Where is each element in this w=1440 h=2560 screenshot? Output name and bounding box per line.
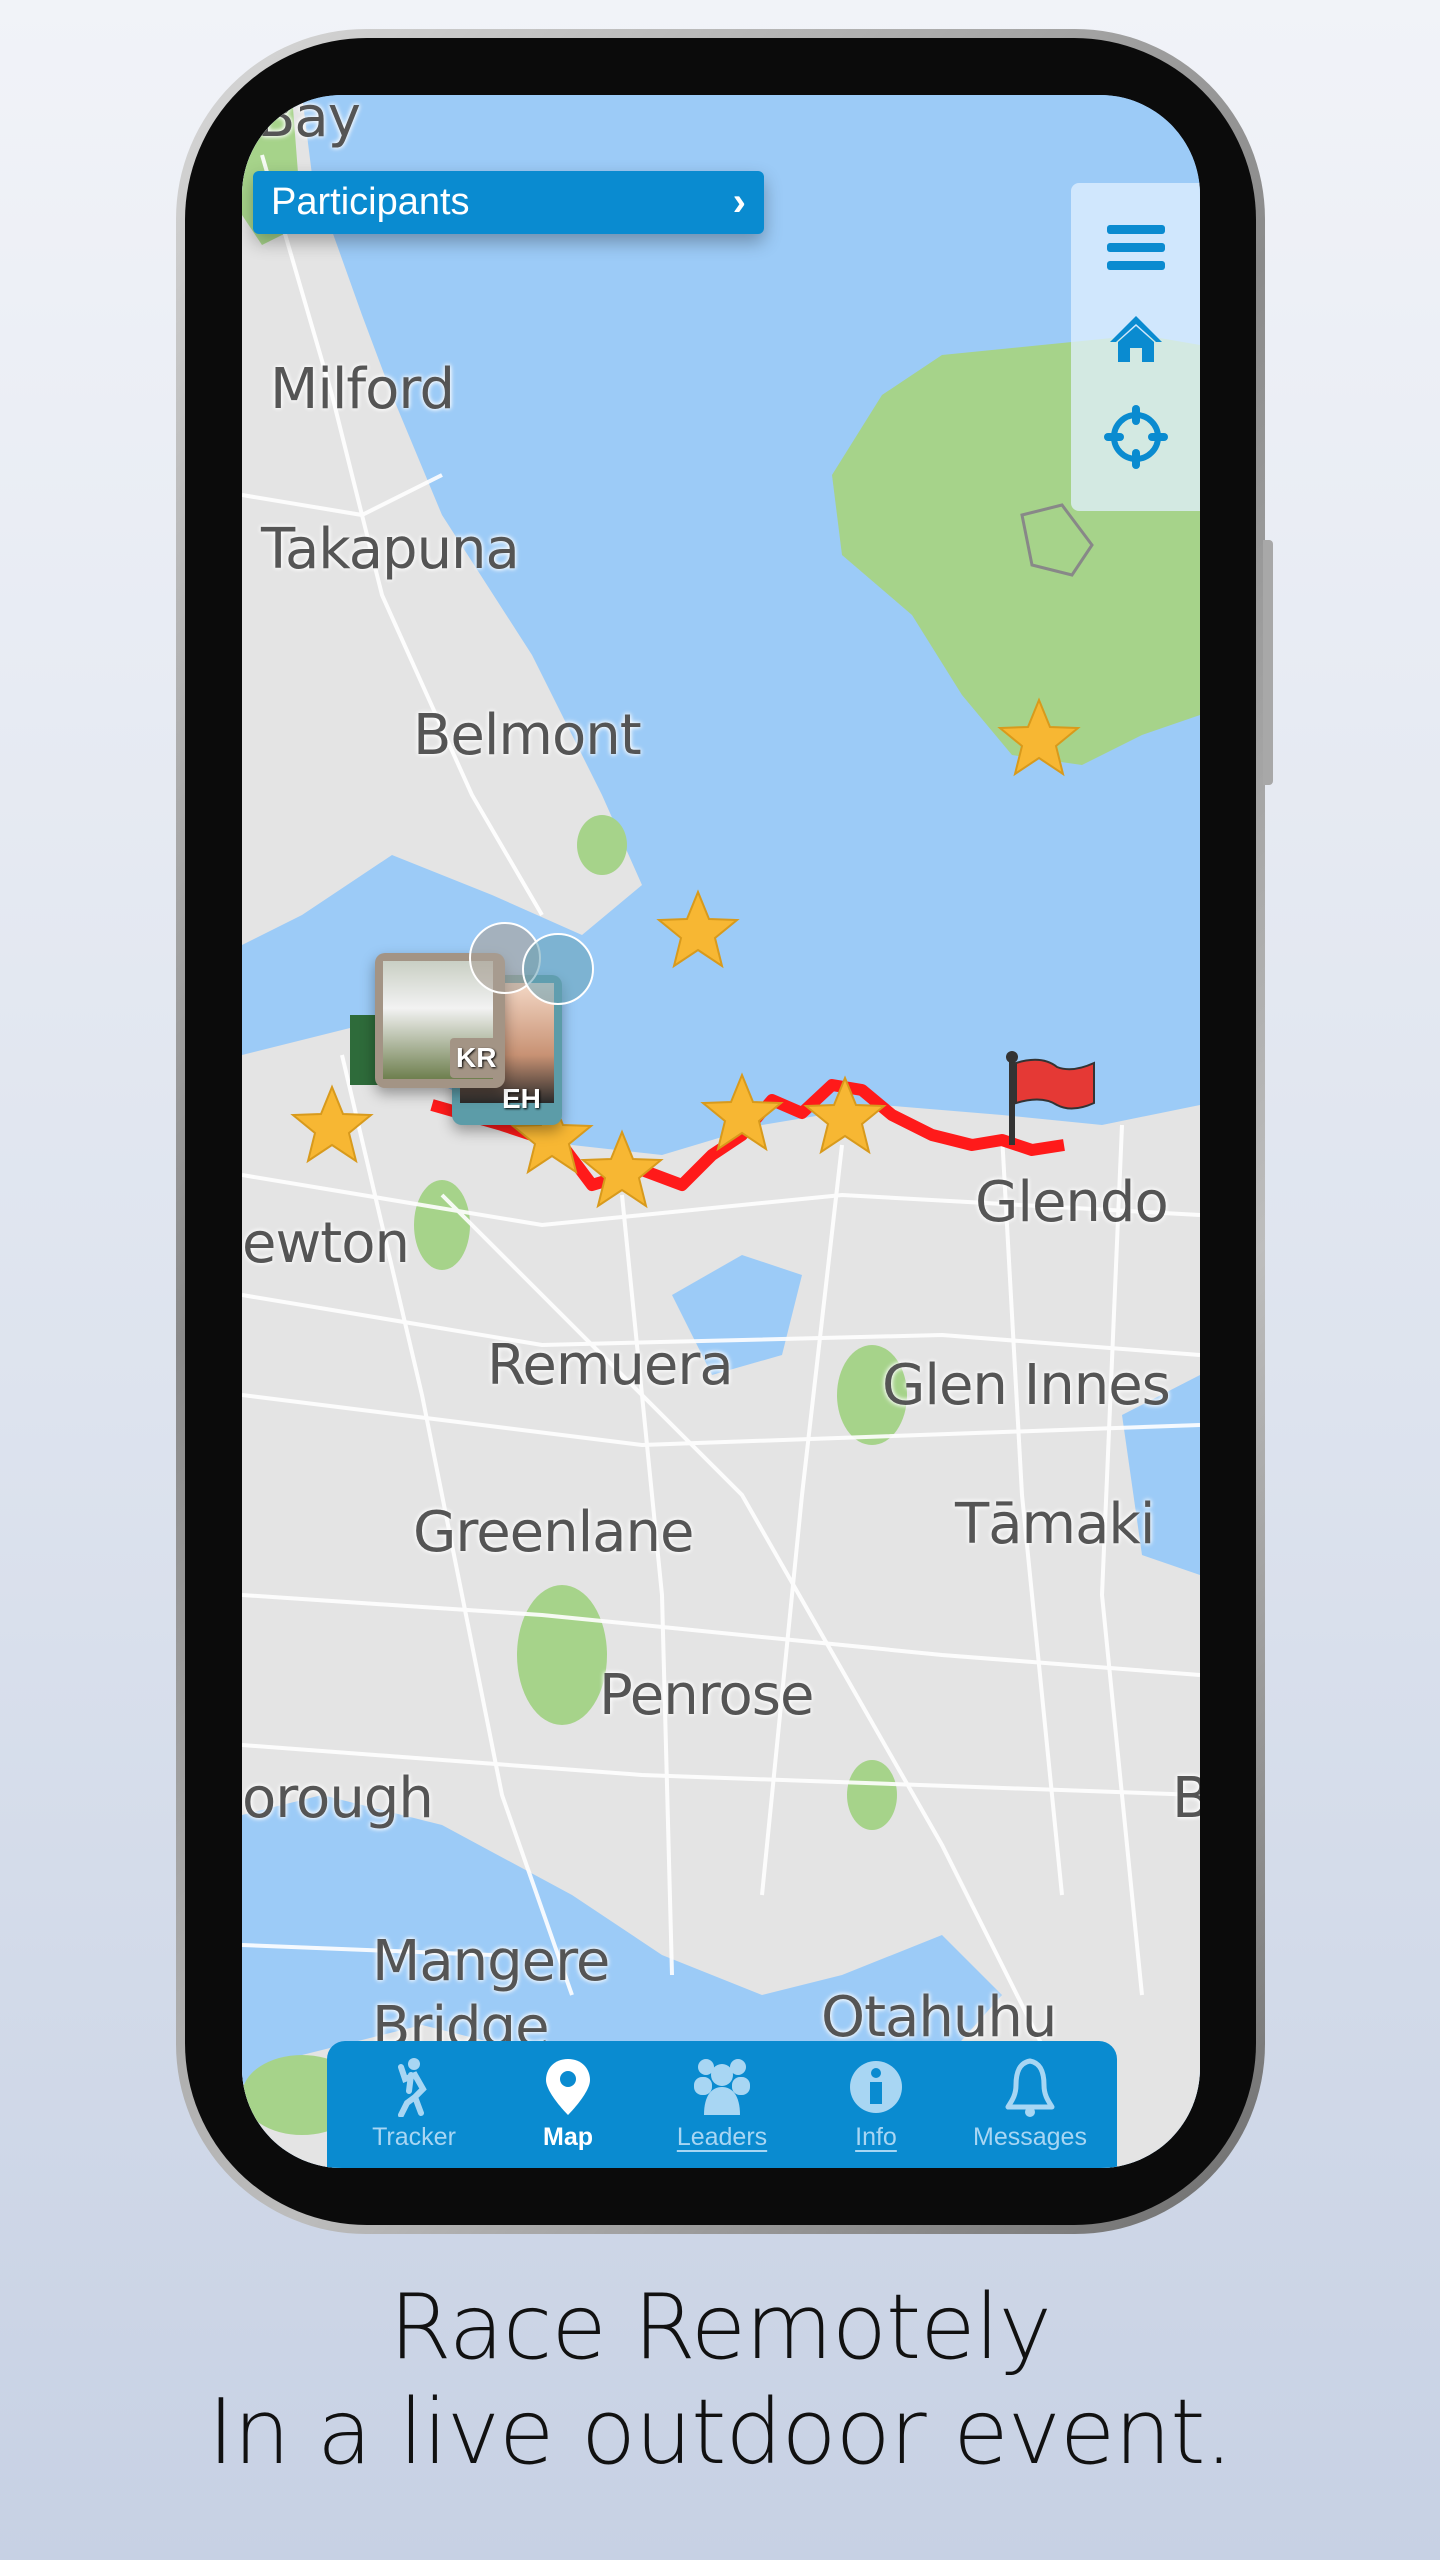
participant-initials: EH — [502, 1083, 541, 1114]
crosshair-icon[interactable] — [1102, 403, 1170, 471]
map-label: Glen Innes — [882, 1353, 1171, 1418]
home-icon[interactable] — [1106, 312, 1166, 364]
map-label: Penrose — [599, 1663, 814, 1728]
group-icon — [694, 2059, 750, 2115]
signal-pulse — [522, 933, 594, 1005]
nav-leaders[interactable]: Leaders — [652, 2057, 792, 2152]
map-label: B — [1172, 1766, 1200, 1831]
nav-map[interactable]: Map — [498, 2057, 638, 2152]
participants-label: Participants — [271, 181, 470, 223]
map-controls — [1071, 183, 1200, 511]
map-label: Greenlane — [413, 1500, 694, 1565]
park — [577, 815, 627, 875]
map-label: Remuera — [487, 1333, 734, 1398]
runner-icon — [398, 2058, 427, 2117]
map-label: Glendo — [975, 1170, 1169, 1235]
app-screen: Bay Milford Takapuna Belmont ewton Remue… — [242, 95, 1200, 2168]
caption-title: Race Remotely — [389, 2275, 1052, 2380]
map-label: Bay — [257, 95, 361, 150]
map-label: Belmont — [413, 703, 642, 768]
map-label: Tāmaki — [955, 1492, 1155, 1557]
map-label: orough — [242, 1766, 434, 1831]
map-label: Milford — [270, 357, 455, 422]
nav-info[interactable]: Info — [806, 2057, 946, 2152]
phone-side-button — [1263, 540, 1273, 785]
park — [847, 1760, 897, 1830]
map-pin-icon — [546, 2059, 590, 2115]
bottom-nav: Tracker Map Leaders Info Messages — [327, 2041, 1117, 2168]
caption-subtitle: In a live outdoor event. — [207, 2380, 1233, 2485]
map-label: Takapuna — [261, 517, 520, 582]
map-label: Mangere — [372, 1929, 610, 1994]
bell-icon — [1005, 2058, 1055, 2117]
map-label: ewton — [242, 1211, 410, 1276]
participants-button[interactable]: Participants › — [253, 171, 764, 234]
chevron-right-icon: › — [732, 180, 746, 224]
nav-tracker[interactable]: Tracker — [344, 2057, 484, 2152]
participant-initials: KR — [450, 1038, 503, 1078]
menu-icon[interactable] — [1106, 223, 1165, 273]
park — [517, 1585, 607, 1725]
info-icon — [850, 2061, 902, 2113]
nav-messages[interactable]: Messages — [960, 2057, 1100, 2152]
park — [414, 1180, 470, 1270]
